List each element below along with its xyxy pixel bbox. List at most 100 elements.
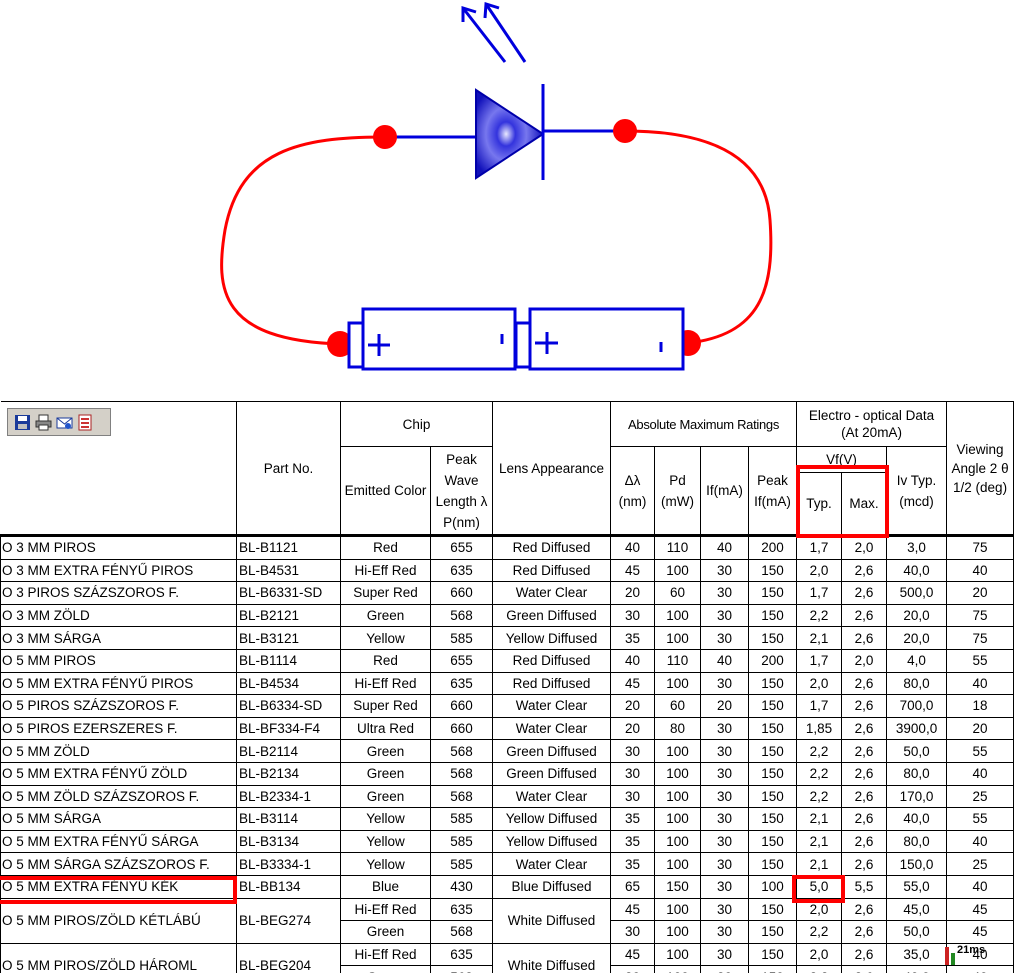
row-lens: Yellow Diffused <box>492 626 612 650</box>
row-pd: 100 <box>654 852 702 876</box>
table-row: O 5 MM EXTRA FÉNYŰ PIROS BL-B4534 Hi-Eff R… <box>0 671 1015 696</box>
row-vtyp: 2,1 <box>796 829 843 854</box>
header-viewing: Viewing Angle 2 θ 1/2 (deg) <box>946 401 1015 537</box>
row-iv: 20,0 <box>886 626 948 650</box>
print-icon[interactable] <box>35 414 52 431</box>
row-color: Blue <box>340 874 431 899</box>
mail-icon[interactable] <box>56 414 73 431</box>
row-if: 30 <box>700 558 750 583</box>
row-pif: 200 <box>748 648 798 673</box>
spec-table-region: Part No. Chip Lens Appearance Absolute M… <box>0 401 1017 973</box>
render-time-badge: 21ms <box>943 939 1015 969</box>
row-color: Yellow <box>340 626 431 650</box>
save-icon[interactable] <box>14 414 31 431</box>
row-pd: 60 <box>654 694 702 718</box>
row-part-no: BL-B2134 <box>236 761 341 786</box>
row-part-no: BL-B1121 <box>236 535 341 560</box>
led-spec-table: Part No. Chip Lens Appearance Absolute M… <box>0 401 1015 973</box>
row-iv: 55,0 <box>886 874 948 899</box>
row-color: Hi-Eff Red <box>340 897 431 922</box>
row-ang: 25 <box>946 784 1015 809</box>
row-ang: 55 <box>946 648 1015 673</box>
row-color: Green <box>340 603 431 628</box>
row-dl: 20 <box>610 716 656 741</box>
row-wave: 635 <box>429 897 494 922</box>
battery-right <box>514 307 685 371</box>
row-name: O 5 MM SÁRGA SZÁZSZOROS F. <box>0 852 237 876</box>
row-pif: 150 <box>748 807 798 831</box>
row-ang: 45 <box>946 897 1015 922</box>
header-if: If(mA) <box>700 446 750 537</box>
row-pif: 150 <box>748 761 798 786</box>
row-pif: 150 <box>748 942 798 967</box>
row-lens: Water Clear <box>492 694 612 718</box>
row-lens: Red Diffused <box>492 558 612 583</box>
row-if: 30 <box>700 603 750 628</box>
row-wave: 655 <box>429 535 494 560</box>
row-vmax: 2,6 <box>841 581 888 605</box>
row-pd: 100 <box>654 558 702 583</box>
row-vtyp: 1,85 <box>796 716 843 741</box>
row-pif: 100 <box>748 874 798 899</box>
table-row: O 3 MM SÁRGA BL-B3121 Yellow 585 Yellow Diff… <box>0 626 1015 650</box>
row-if: 40 <box>700 535 750 560</box>
header-lens: Lens Appearance <box>492 401 612 537</box>
row-iv: 45,0 <box>886 897 948 922</box>
row-iv: 3,0 <box>886 535 948 560</box>
print-preview-icon[interactable] <box>77 414 94 431</box>
row-part-no: BL-B2334-1 <box>236 784 341 809</box>
row-part-no: BL-BEG274 <box>236 897 341 944</box>
row-part-no: BL-B3134 <box>236 829 341 854</box>
row-vmax: 2,0 <box>841 648 888 673</box>
row-color: Yellow <box>340 807 431 831</box>
row-pif: 150 <box>748 716 798 741</box>
row-lens: Green Diffused <box>492 603 612 628</box>
row-ang: 40 <box>946 874 1015 899</box>
table-row: O 5 MM ZÖLD BL-B2114 Green 568 Green Diffuse… <box>0 739 1015 763</box>
row-color: Yellow <box>340 852 431 876</box>
row-pd: 100 <box>654 829 702 854</box>
row-wave: 635 <box>429 671 494 696</box>
row-pd: 100 <box>654 603 702 628</box>
row-vmax: 2,6 <box>841 739 888 763</box>
circuit-diagram <box>220 2 773 371</box>
row-if: 30 <box>700 784 750 809</box>
row-part-no: BL-B4531 <box>236 558 341 583</box>
row-lens: Red Diffused <box>492 671 612 696</box>
row-part-no: BL-B4534 <box>236 671 341 696</box>
table-row: O 5 MM PIROS BL-B1114 Red 655 Red Diffused 40… <box>0 648 1015 673</box>
row-pd: 100 <box>654 965 702 973</box>
header-pd: Pd (mW) <box>654 446 702 537</box>
row-dl: 30 <box>610 965 656 973</box>
header-vf-max: Max. <box>841 472 888 537</box>
row-color: Green <box>340 784 431 809</box>
table-row: O 5 MM SÁRGA SZÁZSZOROS F. BL-B3334-1 Yell… <box>0 852 1015 876</box>
row-if: 40 <box>700 648 750 673</box>
row-color: Green <box>340 739 431 763</box>
row-pd: 60 <box>654 581 702 605</box>
header-electro: Electro - optical Data (At 20mA) <box>796 401 948 447</box>
header-emitted-color: Emitted Color <box>340 446 431 537</box>
row-lens: Water Clear <box>492 716 612 741</box>
row-ang: 75 <box>946 535 1015 560</box>
row-iv: 700,0 <box>886 694 948 718</box>
row-dl: 45 <box>610 942 656 967</box>
row-vtyp: 1,7 <box>796 535 843 560</box>
row-if: 30 <box>700 942 750 967</box>
row-wave: 568 <box>429 603 494 628</box>
row-wave: 568 <box>429 920 494 944</box>
row-ang: 18 <box>946 694 1015 718</box>
row-vmax: 2,6 <box>841 603 888 628</box>
row-vmax: 2,6 <box>841 807 888 831</box>
row-pd: 100 <box>654 739 702 763</box>
row-name: O 3 MM EXTRA FÉNYŰ PIROS <box>0 558 237 583</box>
row-lens: Yellow Diffused <box>492 807 612 831</box>
row-vmax: 2,6 <box>841 626 888 650</box>
row-lens: Red Diffused <box>492 648 612 673</box>
row-dl: 20 <box>610 581 656 605</box>
row-ang: 20 <box>946 716 1015 741</box>
row-pif: 150 <box>748 965 798 973</box>
row-lens: Green Diffused <box>492 739 612 763</box>
row-part-no: BL-B3334-1 <box>236 852 341 876</box>
row-dl: 30 <box>610 739 656 763</box>
